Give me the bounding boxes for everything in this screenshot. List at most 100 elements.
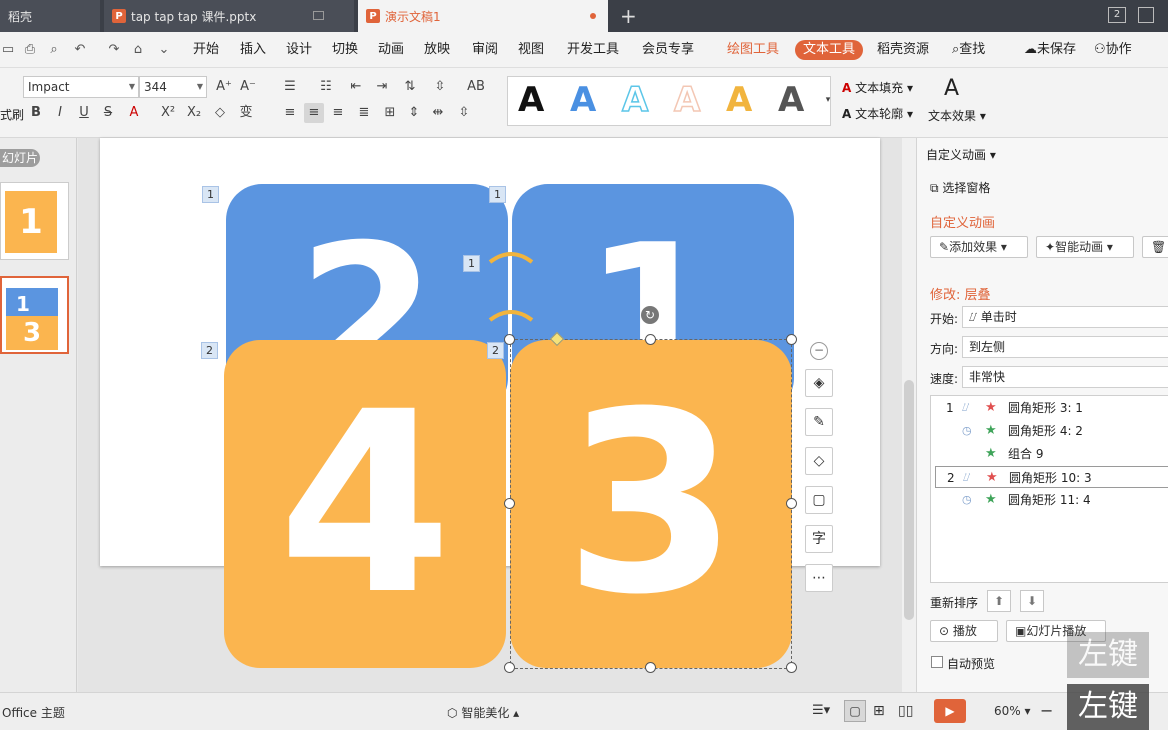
slide-thumbnail-2[interactable]: 1 3 <box>0 276 69 354</box>
undo-icon[interactable]: ↶ <box>72 42 88 58</box>
menu-member[interactable]: 会员专享 <box>642 41 694 59</box>
pane-header[interactable]: 自定义动画 ▾ <box>926 146 996 163</box>
clear-format-icon[interactable]: ◇ <box>210 103 230 123</box>
move-down-icon[interactable]: ⬇ <box>1020 590 1044 612</box>
animation-item[interactable]: ◷ ★ 圆角矩形 4: 2 <box>930 420 1168 442</box>
text-wrap-icon[interactable]: 字 <box>805 525 833 553</box>
resize-handle[interactable] <box>786 334 797 345</box>
align-left-icon[interactable]: ≡ <box>280 103 300 123</box>
text-fill-button[interactable]: A 文本填充 ▾ <box>842 79 913 96</box>
resize-handle[interactable] <box>645 662 656 673</box>
lock-icon[interactable]: ⌂ <box>130 42 146 58</box>
menu-review[interactable]: 审阅 <box>472 41 498 59</box>
slides-tab[interactable]: 幻灯片 <box>0 149 40 167</box>
decrease-font-icon[interactable]: A⁻ <box>238 77 258 97</box>
text-effect-icon[interactable]: A <box>944 76 959 101</box>
text-direction-icon[interactable]: ⇅ <box>400 77 420 97</box>
text-style-preset-1[interactable]: A <box>518 80 544 120</box>
resize-handle[interactable] <box>786 498 797 509</box>
text-effect-button[interactable]: 文本效果 ▾ <box>928 107 986 124</box>
menu-home[interactable]: 开始 <box>193 41 219 59</box>
underline-icon[interactable]: U <box>74 103 94 123</box>
menu-developer[interactable]: 开发工具 <box>567 41 619 59</box>
new-tab-button[interactable]: + <box>620 4 637 28</box>
normal-view-icon[interactable]: ▢ <box>844 700 866 722</box>
animation-item[interactable]: ★ 组合 9 <box>930 443 1168 465</box>
reading-view-icon[interactable]: ▯▯ <box>898 703 913 719</box>
bullet-list-icon[interactable]: ☰ <box>280 77 300 97</box>
column-icon[interactable]: ⇹ <box>428 103 448 123</box>
resize-handle[interactable] <box>504 334 515 345</box>
customize-dropdown-icon[interactable]: ⌄ <box>156 42 172 58</box>
scrollbar-thumb[interactable] <box>904 380 914 620</box>
resize-handle[interactable] <box>504 662 515 673</box>
superscript-icon[interactable]: X² <box>158 103 178 123</box>
fill-icon[interactable]: ◇ <box>805 447 833 475</box>
vertical-align-icon[interactable]: ⇕ <box>404 103 424 123</box>
text-style-preset-2[interactable]: A <box>570 80 596 120</box>
speed-select[interactable]: 非常快 <box>962 366 1168 388</box>
binder-rings-group[interactable] <box>486 248 536 328</box>
justify-icon[interactable]: ≣ <box>354 103 374 123</box>
bold-icon[interactable]: B <box>26 103 46 123</box>
selection-pane-button[interactable]: ⧉ 选择窗格 <box>930 179 990 196</box>
start-select[interactable]: ⌰ 单击时 <box>962 306 1168 328</box>
resize-handle[interactable] <box>786 662 797 673</box>
menu-transition[interactable]: 切换 <box>332 41 358 59</box>
increase-indent-icon[interactable]: ⇥ <box>372 77 392 97</box>
menu-animation[interactable]: 动画 <box>378 41 404 59</box>
increase-font-icon[interactable]: A⁺ <box>214 77 234 97</box>
play-button[interactable]: ⊙ 播放 <box>930 620 998 642</box>
rotate-handle-icon[interactable]: ↻ <box>641 306 659 324</box>
phonetic-icon[interactable]: 变 <box>236 103 256 123</box>
move-up-icon[interactable]: ⬆ <box>987 590 1011 612</box>
distribute-icon[interactable]: ⊞ <box>380 103 400 123</box>
direction-select[interactable]: 到左侧 <box>962 336 1168 358</box>
text-box-icon[interactable]: AB <box>466 77 486 97</box>
animation-item[interactable]: ◷ ★ 圆角矩形 11: 4 <box>930 489 1168 511</box>
font-size-select[interactable]: 344 ▼ <box>139 76 207 98</box>
text-outline-button[interactable]: A 文本轮廓 ▾ <box>842 105 913 122</box>
numbered-list-icon[interactable]: ☷ <box>316 77 336 97</box>
gallery-more-icon[interactable]: ▾ <box>818 90 838 110</box>
tab-docer[interactable]: 稻壳 <box>0 0 100 32</box>
text-style-preset-3[interactable]: A <box>621 79 649 121</box>
slide-sorter-icon[interactable]: ⊞ <box>873 703 885 719</box>
subscript-icon[interactable]: X₂ <box>184 103 204 123</box>
font-color-icon[interactable]: A <box>124 103 144 123</box>
auto-preview-checkbox[interactable] <box>931 656 943 668</box>
zoom-level[interactable]: 60% ▾ <box>994 704 1031 718</box>
font-name-select[interactable]: Impact ▼ <box>23 76 139 98</box>
line-spacing-icon[interactable]: ⇳ <box>430 77 450 97</box>
menu-design[interactable]: 设计 <box>286 41 312 59</box>
print-icon[interactable]: ⎙ <box>22 42 38 58</box>
print-preview-icon[interactable]: ⌕ <box>46 42 62 58</box>
text-style-preset-5[interactable]: A <box>726 80 752 120</box>
unsaved-button[interactable]: ☁未保存 <box>1024 41 1076 59</box>
save-icon[interactable]: ▭ <box>0 42 16 58</box>
smart-beautify-button[interactable]: ⬡ 智能美化 ▴ <box>447 704 519 721</box>
animation-item-selected[interactable]: 2 ⌰ ★ 圆角矩形 10: 3 <box>935 466 1168 488</box>
tile-windows-icon[interactable] <box>1138 7 1154 23</box>
decrease-indent-icon[interactable]: ⇤ <box>346 77 366 97</box>
add-effect-button[interactable]: ✎添加效果 ▾ <box>930 236 1028 258</box>
menu-insert[interactable]: 插入 <box>240 41 266 59</box>
play-slideshow-icon[interactable]: ▶ <box>934 699 966 723</box>
align-right-icon[interactable]: ≡ <box>328 103 348 123</box>
menu-docer-resources[interactable]: 稻壳资源 <box>877 41 929 59</box>
delete-animation-icon[interactable]: 🗑 <box>1142 236 1168 258</box>
align-center-icon[interactable]: ≡ <box>304 103 324 123</box>
text-style-preset-4[interactable]: A <box>673 79 701 121</box>
smart-animation-button[interactable]: ✦智能动画 ▾ <box>1036 236 1134 258</box>
text-style-preset-6[interactable]: A <box>778 80 804 120</box>
collaborate-button[interactable]: ⚇协作 <box>1094 41 1132 59</box>
animation-item[interactable]: 1 ⌰ ★ 圆角矩形 3: 1 <box>930 397 1168 419</box>
pen-icon[interactable]: ✎ <box>805 408 833 436</box>
outline-icon[interactable]: ▢ <box>805 486 833 514</box>
format-painter-label[interactable]: 式刷 <box>0 106 24 123</box>
strikethrough-icon[interactable]: S <box>98 103 118 123</box>
menu-view[interactable]: 视图 <box>518 41 544 59</box>
menu-drawing-tools[interactable]: 绘图工具 <box>727 41 779 59</box>
resize-handle[interactable] <box>645 334 656 345</box>
rounded-rect-card-4[interactable]: 4 <box>224 340 506 668</box>
